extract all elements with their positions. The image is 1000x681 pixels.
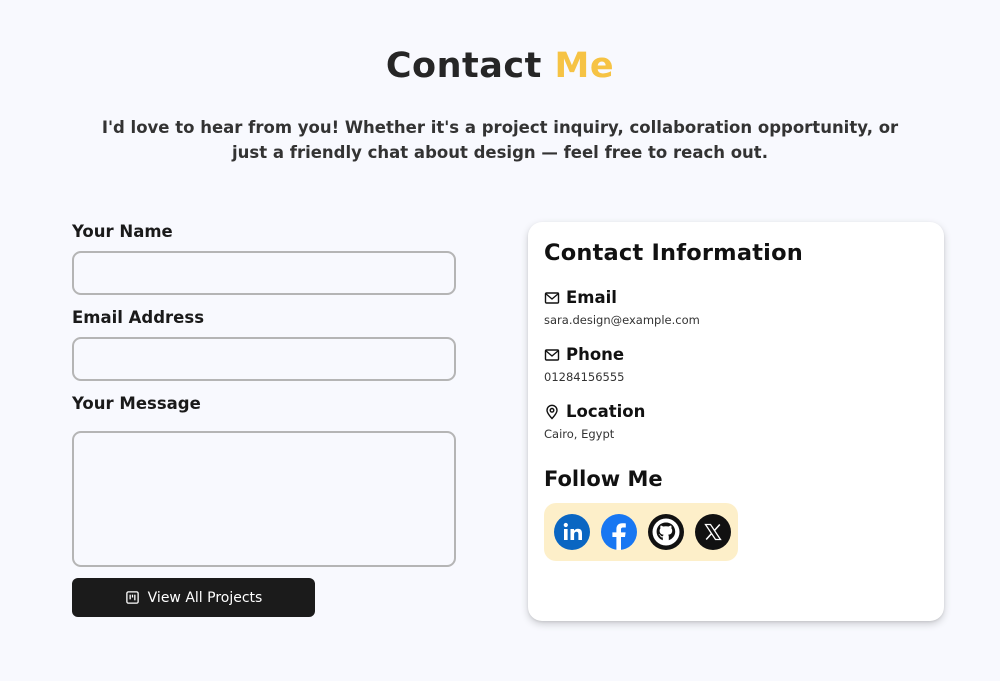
page-title: Contact Me xyxy=(0,46,1000,86)
title-main: Contact xyxy=(385,46,542,86)
location-heading: Location xyxy=(566,402,646,421)
social-links xyxy=(544,503,738,561)
contact-email: Email sara.design@example.com xyxy=(544,288,928,327)
contact-form: Your Name Email Address Your Message Vie… xyxy=(72,222,456,617)
email-value: sara.design@example.com xyxy=(544,313,700,327)
phone-heading: Phone xyxy=(566,345,625,364)
x-icon[interactable] xyxy=(695,514,731,550)
email-heading: Email xyxy=(566,288,617,307)
message-field-group: Your Message xyxy=(72,394,456,567)
name-field-group: Your Name xyxy=(72,222,456,295)
contact-info-card: Contact Information Email sara.design@ex… xyxy=(528,222,944,621)
github-icon[interactable] xyxy=(648,514,684,550)
view-all-projects-label: View All Projects xyxy=(147,589,263,606)
page-subtitle: I'd love to hear from you! Whether it's … xyxy=(101,118,899,162)
email-input[interactable] xyxy=(72,337,456,381)
mail-icon xyxy=(544,291,560,304)
message-textarea[interactable] xyxy=(72,431,456,567)
message-label: Your Message xyxy=(72,394,201,413)
contact-info-title: Contact Information xyxy=(544,240,803,266)
map-pin-icon xyxy=(546,404,558,419)
linkedin-icon[interactable] xyxy=(554,514,590,550)
email-field-group: Email Address xyxy=(72,308,456,381)
name-label: Your Name xyxy=(72,222,173,241)
view-all-projects-button[interactable]: View All Projects xyxy=(72,578,315,617)
facebook-icon[interactable] xyxy=(601,514,637,550)
kanban-icon xyxy=(125,591,139,604)
email-label: Email Address xyxy=(72,308,205,327)
follow-me-title: Follow Me xyxy=(544,467,663,491)
contact-phone: Phone 01284156555 xyxy=(544,345,928,384)
phone-value: 01284156555 xyxy=(544,370,625,384)
title-accent: Me xyxy=(554,46,615,86)
name-input[interactable] xyxy=(72,251,456,295)
contact-location: Location Cairo, Egypt xyxy=(544,402,928,441)
location-value: Cairo, Egypt xyxy=(544,427,615,441)
mail-icon xyxy=(544,348,560,361)
